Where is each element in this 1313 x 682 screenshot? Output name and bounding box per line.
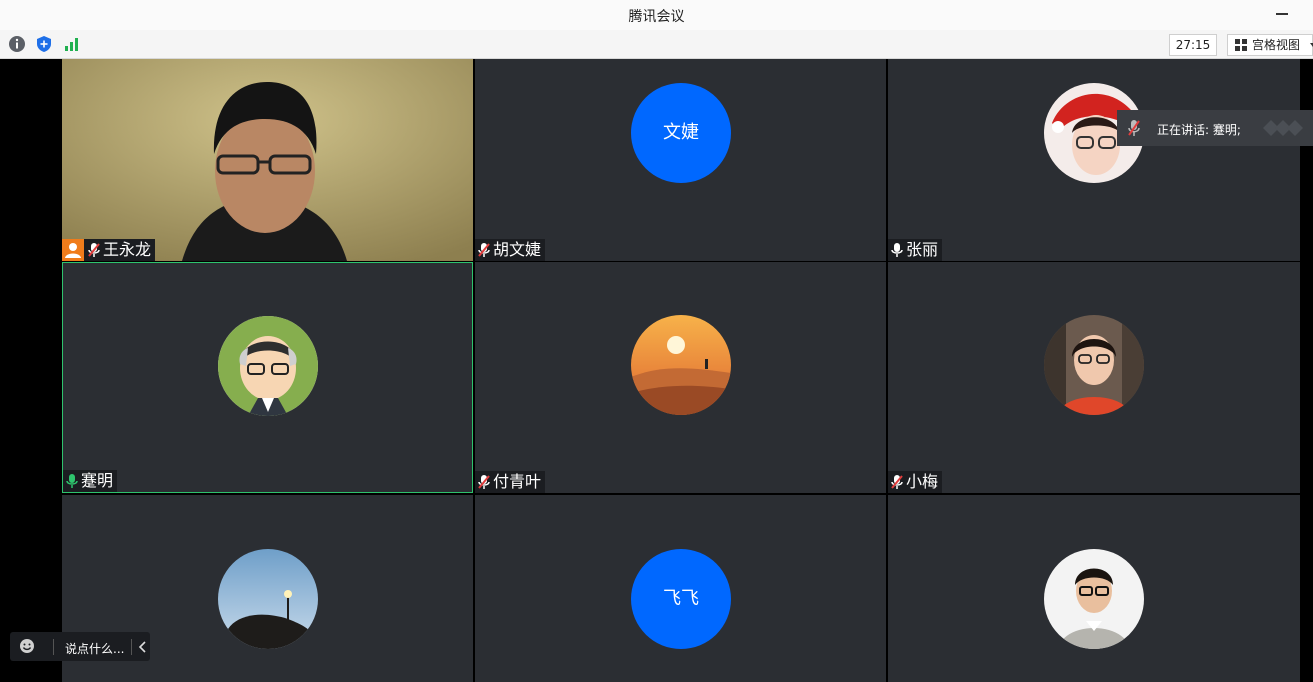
participant-name: 小梅 [906,472,939,491]
participant-name-tag: 胡文婕 [475,239,546,261]
minimize-button[interactable] [1267,0,1297,30]
mic-muted-icon [891,475,903,489]
participant-name: 付青叶 [493,472,542,491]
chat-divider [131,639,132,655]
participant-tile-1[interactable]: 王永龙 [62,59,473,261]
chat-placeholder[interactable]: 说点什么... [65,640,124,657]
mic-muted-icon [88,243,100,257]
view-mode-label: 宫格视图 [1252,38,1301,52]
host-badge-icon [62,239,84,261]
participant-name-tag: 付青叶 [475,471,546,493]
participant-name: 张丽 [906,240,939,259]
decorative-diamonds-icon [1263,120,1303,136]
participant-tile-2[interactable]: 文婕 胡文婕 [475,59,886,261]
participant-name: 蹇明 [81,471,114,490]
participant-name: 王永龙 [103,240,152,259]
grid-view-icon [1235,39,1247,51]
mic-speaking-icon [66,474,78,488]
network-signal-icon[interactable] [63,35,81,53]
mic-muted-icon [478,475,490,489]
participant-tile-3[interactable]: 张丽 [888,59,1300,261]
speaking-label: 正在讲话: 蹇明; [1157,123,1241,137]
grid-view-button[interactable]: 宫格视图 [1227,34,1313,56]
info-icon[interactable] [8,35,26,53]
participant-tile-5[interactable]: 付青叶 [475,262,886,493]
participant-avatar [1044,549,1144,649]
window-titlebar: 腾讯会议 [0,0,1313,31]
meeting-toolbar: 27:15 宫格视图 [0,30,1313,59]
participant-name-tag: 王永龙 [62,239,156,261]
participant-name-tag: 张丽 [888,239,943,261]
security-shield-icon[interactable] [35,35,53,53]
mic-muted-icon [1128,120,1140,136]
participant-avatar: 文婕 [631,83,731,183]
participant-tile-9[interactable] [888,495,1300,682]
participant-tile-4[interactable]: 蹇明 [62,262,473,493]
meeting-timer: 27:15 [1169,34,1217,56]
collapse-chevron-left-icon[interactable] [138,641,148,653]
video-grid: 王永龙 文婕 胡文婕 张丽 蹇明 付青叶 小梅 飞飞 说点什么... [0,59,1313,682]
participant-tile-6[interactable]: 小梅 [888,262,1300,493]
mic-on-icon [891,243,903,257]
participant-avatar [631,315,731,415]
chat-input[interactable]: 说点什么... [10,632,150,661]
emoji-icon[interactable] [19,638,35,654]
participant-avatar: 飞飞 [631,549,731,649]
mic-muted-icon [478,243,490,257]
participant-name: 胡文婕 [493,240,542,259]
participant-name-tag: 蹇明 [63,470,118,492]
participant-tile-8[interactable]: 飞飞 [475,495,886,682]
participant-avatar [1044,315,1144,415]
chat-divider [53,639,54,655]
participant-name-tag: 小梅 [888,471,943,493]
window-title: 腾讯会议 [628,9,685,25]
participant-avatar [218,316,318,416]
speaking-indicator: 正在讲话: 蹇明; [1117,110,1313,146]
participant-video [62,59,473,261]
participant-avatar [218,549,318,649]
